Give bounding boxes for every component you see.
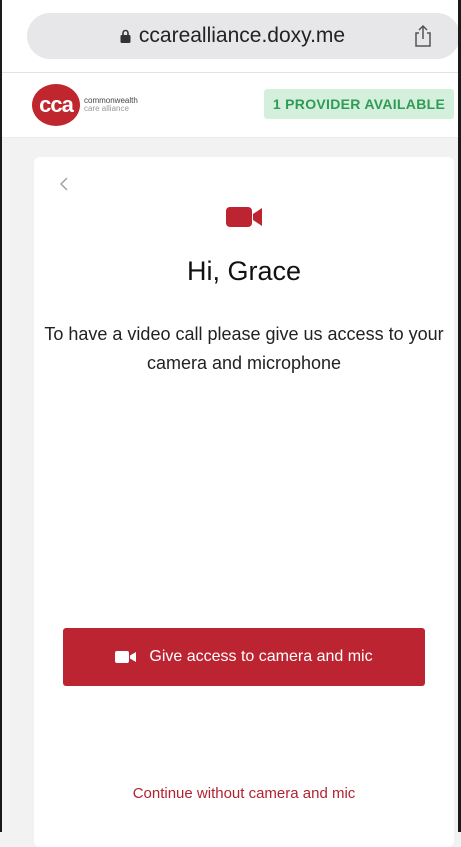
provider-status-badge: 1 PROVIDER AVAILABLE [264,89,454,119]
url-field[interactable]: ccarealliance.doxy.me [27,13,460,59]
access-message: To have a video call please give us acce… [44,324,444,373]
share-icon[interactable] [412,24,434,48]
give-access-button[interactable]: Give access to camera and mic [63,628,425,686]
url-display: ccarealliance.doxy.me [27,13,460,59]
logo-badge: cca [32,84,80,126]
video-camera-icon [226,207,262,227]
chevron-left-icon [60,177,68,191]
logo-wordmark: commonwealth care alliance [84,97,138,113]
video-camera-icon [115,651,137,663]
logo-line-2: care alliance [84,104,129,113]
give-access-label: Give access to camera and mic [149,648,373,665]
greeting-heading: Hi, Grace [186,256,302,286]
browser-address-bar: ccarealliance.doxy.me [0,0,461,73]
lock-icon [120,29,131,43]
back-button[interactable] [56,176,72,192]
url-text: ccarealliance.doxy.me [138,24,346,47]
continue-without-link[interactable]: Continue without camera and mic [34,785,454,802]
cca-logo[interactable]: cca commonwealth care alliance [32,84,138,126]
